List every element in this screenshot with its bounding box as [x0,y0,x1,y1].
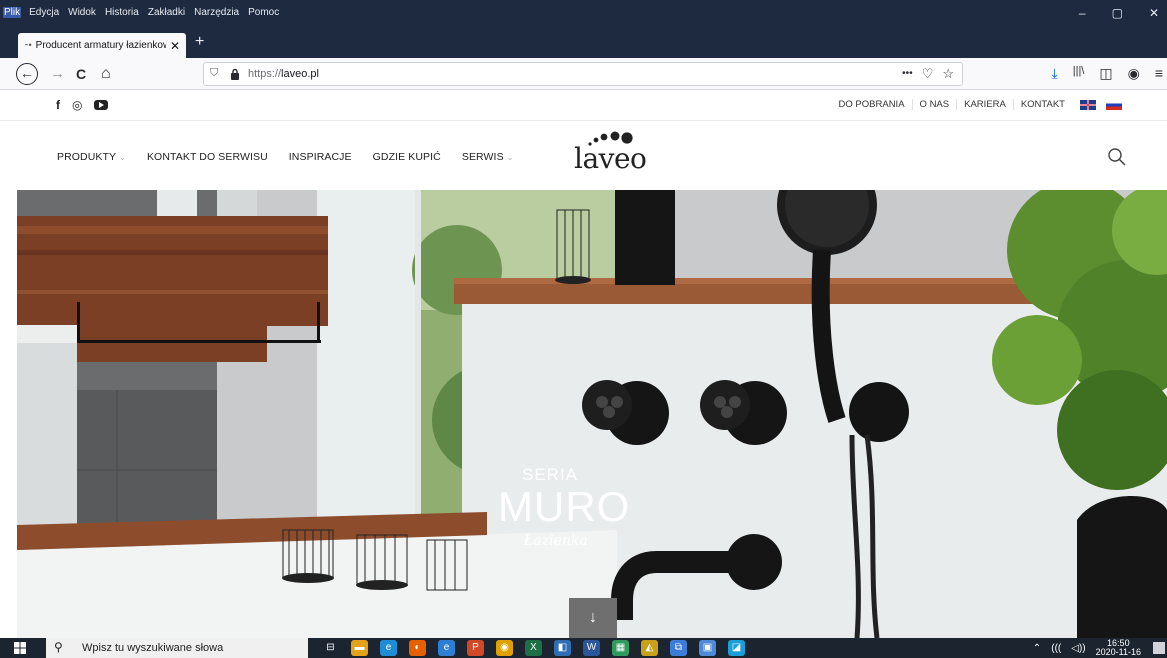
social-links: f ◎ [56,98,109,112]
download-icon[interactable]: ⤓ [1052,65,1058,82]
link-downloads[interactable]: DO POBRANIA [832,99,913,110]
chart-app-icon[interactable]: ◭ [641,640,658,656]
account-icon[interactable]: ◉ [1128,65,1140,82]
hero-banner: SERIA MURO Łazienka ↓ [17,190,1167,638]
windows-taskbar: ⚲ Wpisz tu wyszukiwane słowa ⊟ ▬ e ◐ e P ◉ X ◧ W ▦… [0,638,1167,658]
tab-strip: ⁃• Producent armatury łazienkowej ✕ [0,30,1167,58]
menu-list: Plik Edycja Widok Historia Zakładki Narz… [3,7,280,18]
file-explorer-icon[interactable]: ▬ [351,640,368,656]
hero-subtitle: Łazienka [524,533,588,549]
browser-tab-active[interactable]: ⁃• Producent armatury łazienkowej ✕ [18,33,186,58]
site-main-nav: PRODUKTY ⌄ KONTAKT DO SERWISU INSPIRACJE … [0,122,1167,190]
menu-bookmarks[interactable]: Zakładki [147,7,186,18]
english-flag-icon[interactable] [1080,99,1096,110]
menu-edit[interactable]: Edycja [28,7,60,18]
menu-history[interactable]: Historia [104,7,140,18]
reload-button[interactable]: C [76,64,86,84]
word-icon[interactable]: W [583,640,600,656]
window-controls: – ▢ ✕ [1079,6,1167,20]
system-tray: ⌃ ((( ◁)) 16:50 2020-11-16 [1033,638,1167,658]
page-actions-icon[interactable]: ••• [902,66,913,82]
address-bar[interactable]: ⛉ https://laveo.pl ••• ♡ ☆ [203,62,963,86]
network-icon[interactable]: ◧ [554,640,571,656]
url-actions: ••• ♡ ☆ [902,66,954,82]
photos-icon[interactable]: ◪ [728,640,745,656]
hero-series-label: SERIA [522,465,579,484]
chrome-icon[interactable]: ◉ [496,640,513,656]
taskbar-clock[interactable]: 16:50 2020-11-16 [1096,639,1141,657]
new-tab-button[interactable]: + [195,33,204,51]
menu-tools[interactable]: Narzędzia [193,7,240,18]
excel-icon[interactable]: X [525,640,542,656]
search-icon[interactable] [1107,147,1127,167]
browser-navbar: ← → C ⌂ ⛉ https://laveo.pl ••• ♡ ☆ ⤓ |||… [0,58,1167,90]
spreadsheet-icon[interactable]: ▦ [612,640,629,656]
nav-service-contact[interactable]: KONTAKT DO SERWISU [147,151,268,163]
library-icon[interactable]: |||\ [1073,65,1085,82]
tab-title: Producent armatury łazienkowej [35,40,166,51]
search-icon: ⚲ [54,640,63,654]
nav-service[interactable]: SERWIS ⌄ [462,151,514,163]
nav-menu: PRODUKTY ⌄ KONTAKT DO SERWISU INSPIRACJE … [57,151,535,163]
menu-help[interactable]: Pomoc [247,7,280,18]
edge-icon[interactable]: e [380,640,397,656]
site-favicon-icon: ⁃• [24,40,32,50]
site-top-strip: f ◎ DO POBRANIA O NAS KARIERA KONTAKT [0,90,1167,121]
firefox-icon[interactable]: ◐ [409,640,426,656]
clock-date: 2020-11-16 [1095,647,1141,657]
nav-products[interactable]: PRODUKTY ⌄ [57,151,126,163]
nav-where-to-buy[interactable]: GDZIE KUPIĆ [373,151,441,163]
facebook-icon[interactable]: f [56,98,60,112]
close-window-button[interactable]: ✕ [1149,6,1159,20]
nav-inspirations[interactable]: INSPIRACJE [289,151,352,163]
tray-chevron-up-icon[interactable]: ⌃ [1033,643,1041,654]
back-button[interactable]: ← [16,63,38,85]
taskbar-search-box[interactable]: ⚲ Wpisz tu wyszukiwane słowa [46,638,308,658]
youtube-icon[interactable] [94,100,109,110]
remote-desktop-icon[interactable]: ⧉ [670,640,687,656]
hero-caption: SERIA MURO Łazienka [498,465,630,549]
pinned-apps: ⊟ ▬ e ◐ e P ◉ X ◧ W ▦ ◭ ⧉ ▣ ◪ [322,640,745,656]
browser-menubar: Plik Edycja Widok Historia Zakładki Narz… [0,0,1167,30]
ie-icon[interactable]: e [438,640,455,656]
app-icon[interactable]: ▣ [699,640,716,656]
toolbar-right: ⤓ |||\ ◫ ◉ ≡ [1052,65,1167,82]
url-text: https://laveo.pl [248,68,319,80]
pocket-icon[interactable]: ♡ [922,66,934,82]
russian-flag-icon[interactable] [1106,99,1122,110]
taskbar-search-placeholder: Wpisz tu wyszukiwane słowa [82,642,224,654]
utility-links: DO POBRANIA O NAS KARIERA KONTAKT [832,99,1122,110]
hero-bathroom-image [17,190,1167,638]
menu-file[interactable]: Plik [3,7,22,18]
tracking-protection-shield-icon[interactable]: ⛉ [210,67,218,80]
wifi-icon[interactable]: ((( [1051,643,1061,654]
home-button[interactable]: ⌂ [101,64,111,84]
task-view-icon[interactable]: ⊟ [322,640,339,656]
bookmark-star-icon[interactable]: ☆ [942,66,954,82]
windows-start-icon[interactable] [14,642,26,654]
volume-icon[interactable]: ◁)) [1071,643,1085,654]
hero-title: MURO [498,483,631,530]
logo-wordmark: laveo [574,142,647,175]
laveo-logo[interactable]: laveo [574,128,654,178]
minimize-button[interactable]: – [1079,6,1086,20]
restore-button[interactable]: ▢ [1112,6,1123,20]
hamburger-menu-icon[interactable]: ≡ [1155,65,1163,82]
notification-center-icon[interactable] [1153,642,1165,654]
link-careers[interactable]: KARIERA [957,99,1014,110]
tab-close-icon[interactable]: ✕ [170,39,180,53]
link-about[interactable]: O NAS [913,99,958,110]
instagram-icon[interactable]: ◎ [72,98,82,112]
forward-button[interactable]: → [50,64,65,84]
scroll-down-button[interactable]: ↓ [569,598,617,638]
menu-view[interactable]: Widok [67,7,97,18]
lock-icon[interactable] [230,68,240,80]
powerpoint-icon[interactable]: P [467,640,484,656]
chevron-down-icon: ⌄ [119,153,126,162]
chevron-down-icon: ⌄ [506,153,514,162]
sidebar-icon[interactable]: ◫ [1099,65,1112,82]
link-contact[interactable]: KONTAKT [1014,99,1072,110]
